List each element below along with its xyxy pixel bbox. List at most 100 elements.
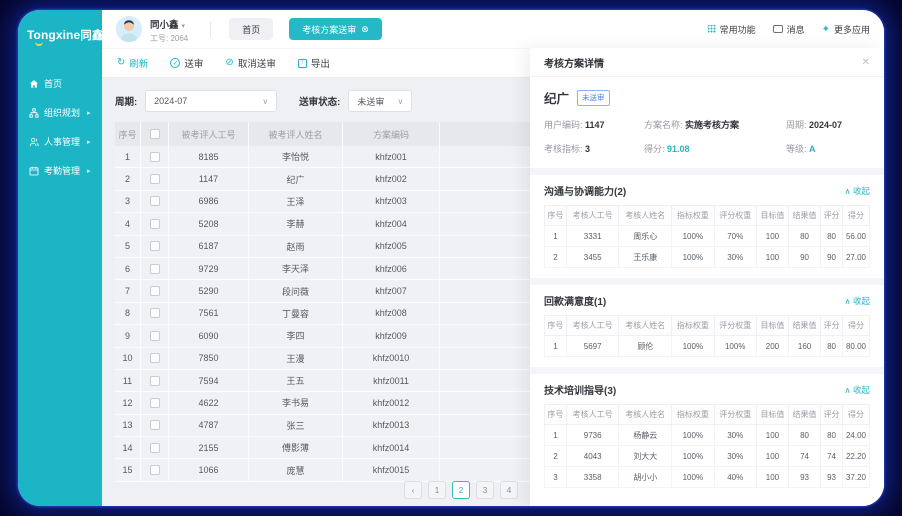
detail-drawer: 考核方案详情 ✕ 纪广 未送审 用户编码: 1147方案名称: 实施考核方案周期… <box>530 48 884 506</box>
row-checkbox[interactable] <box>150 443 160 453</box>
prev-page-button[interactable]: ‹ <box>404 481 422 499</box>
sidebar-item-home[interactable]: 首页 <box>18 69 102 98</box>
action-label: 消息 <box>787 23 805 36</box>
page-button[interactable]: 3 <box>476 481 494 499</box>
plan-code: khfz002 <box>343 168 440 189</box>
row-select-cell <box>141 415 169 436</box>
tab-assessment-submission[interactable]: 考核方案送审 ⊗ <box>289 18 382 40</box>
chevron-right-icon: ▸ <box>87 138 91 146</box>
info-label: 考核指标: <box>544 144 585 154</box>
row-checkbox[interactable] <box>150 465 160 475</box>
col-header-select <box>141 122 169 146</box>
sidebar-item-hr[interactable]: 人事管理 ▸ <box>18 127 102 156</box>
section-cell: 200 <box>756 336 788 357</box>
section-cell: 100 <box>756 226 788 247</box>
user-menu[interactable]: 同小鑫▾ 工号: 2064 <box>150 15 188 44</box>
period-select[interactable]: 2024-07 ∨ <box>145 90 277 112</box>
close-tab-icon[interactable]: ⊗ <box>361 24 369 35</box>
section-cell: 70% <box>714 226 756 247</box>
export-button[interactable]: ↑ 导出 <box>298 56 330 70</box>
section-table-row: 13331周乐心100%70%100808056.00 <box>545 226 870 247</box>
section-cell: 80 <box>789 425 821 446</box>
org-icon <box>29 108 39 118</box>
select-all-checkbox[interactable] <box>150 129 160 139</box>
employee-id: 1147 <box>169 168 249 189</box>
row-checkbox[interactable] <box>150 308 160 318</box>
row-number: 13 <box>115 415 141 436</box>
row-checkbox[interactable] <box>150 331 160 341</box>
employee-name: 段问薇 <box>249 280 343 301</box>
section-cell: 80 <box>821 425 843 446</box>
avatar[interactable] <box>116 16 142 42</box>
section-cell: 100% <box>672 247 714 268</box>
info-value: 3 <box>585 144 590 154</box>
row-checkbox[interactable] <box>150 398 160 408</box>
info-item: 等级: A <box>786 142 870 155</box>
tool-label: 刷新 <box>129 56 148 70</box>
section-table-header-row: 序号考核人工号考核人姓名指标权重评分权重目标值结果值评分得分 <box>545 405 870 425</box>
tab-home[interactable]: 首页 <box>229 18 273 40</box>
close-icon[interactable]: ✕ <box>862 57 870 68</box>
section-cell: 40% <box>714 467 756 488</box>
info-value: 2024-07 <box>809 120 842 130</box>
cancel-circle-icon: ⊘ <box>225 58 233 68</box>
section-cell: 3 <box>545 467 567 488</box>
section-col-header: 序号 <box>545 316 567 336</box>
col-header-no: 序号 <box>115 122 141 146</box>
row-checkbox[interactable] <box>150 219 160 229</box>
collapse-button[interactable]: ∧ 收起 <box>844 295 870 307</box>
employee-name: 赵雨 <box>249 236 343 257</box>
section-table: 序号考核人工号考核人姓名指标权重评分权重目标值结果值评分得分13331周乐心10… <box>544 205 870 268</box>
collapse-button[interactable]: ∧ 收起 <box>844 384 870 396</box>
row-checkbox[interactable] <box>150 353 160 363</box>
info-value: 1147 <box>585 120 605 130</box>
section-cell: 100% <box>672 336 714 357</box>
plan-code: khfz005 <box>343 236 440 257</box>
info-item: 方案名称: 实施考核方案 <box>644 118 786 131</box>
employee-name: 庞慧 <box>249 459 343 480</box>
cancel-submit-button[interactable]: ⊘ 取消送审 <box>225 56 275 70</box>
row-checkbox[interactable] <box>150 264 160 274</box>
row-checkbox[interactable] <box>150 196 160 206</box>
page-button[interactable]: 2 <box>452 481 470 499</box>
collapse-button[interactable]: ∧ 收起 <box>844 185 870 197</box>
page-button[interactable]: 4 <box>500 481 518 499</box>
row-number: 11 <box>115 370 141 391</box>
row-checkbox[interactable] <box>150 286 160 296</box>
more-apps-button[interactable]: ✦ 更多应用 <box>822 23 870 36</box>
row-select-cell <box>141 437 169 458</box>
section-cell: 30% <box>714 247 756 268</box>
row-checkbox[interactable] <box>150 420 160 430</box>
info-label: 等级: <box>786 144 809 154</box>
row-checkbox[interactable] <box>150 376 160 386</box>
refresh-button[interactable]: ↻ 刷新 <box>117 56 148 70</box>
common-functions-button[interactable]: 常用功能 <box>708 23 756 36</box>
section-col-header: 目标值 <box>756 405 788 425</box>
status-select[interactable]: 未送审 ∨ <box>348 90 412 112</box>
col-header-emp-id: 被考评人工号 <box>169 122 249 146</box>
section-header: 沟通与协调能力(2)∧ 收起 <box>544 183 870 198</box>
employee-id: 8185 <box>169 146 249 167</box>
section-cell: 30% <box>714 446 756 467</box>
sidebar-item-attendance[interactable]: 考勤管理 ▸ <box>18 156 102 185</box>
section-cell: 24.00 <box>842 425 869 446</box>
sidebar-item-org-planning[interactable]: 组织规划 ▸ <box>18 98 102 127</box>
col-header-code: 方案编码 <box>343 122 440 146</box>
messages-button[interactable]: 消息 <box>773 23 805 36</box>
info-label: 得分: <box>644 144 667 154</box>
section-cell: 93 <box>821 467 843 488</box>
submit-review-button[interactable]: ✓ 送审 <box>170 56 203 70</box>
section-cell: 80 <box>821 336 843 357</box>
main-area: 同小鑫▾ 工号: 2064 首页 考核方案送审 ⊗ 常用功能 消息 ✦ <box>102 10 884 506</box>
section-cell: 3331 <box>566 226 619 247</box>
row-number: 1 <box>115 146 141 167</box>
indicator-section: 回款满意度(1)∧ 收起序号考核人工号考核人姓名指标权重评分权重目标值结果值评分… <box>530 278 884 367</box>
period-value: 2024-07 <box>154 96 187 106</box>
row-checkbox[interactable] <box>150 152 160 162</box>
row-checkbox[interactable] <box>150 174 160 184</box>
logo-smile-icon <box>35 41 43 46</box>
plan-code: khfz001 <box>343 146 440 167</box>
section-col-header: 考核人姓名 <box>619 206 672 226</box>
row-checkbox[interactable] <box>150 241 160 251</box>
page-button[interactable]: 1 <box>428 481 446 499</box>
